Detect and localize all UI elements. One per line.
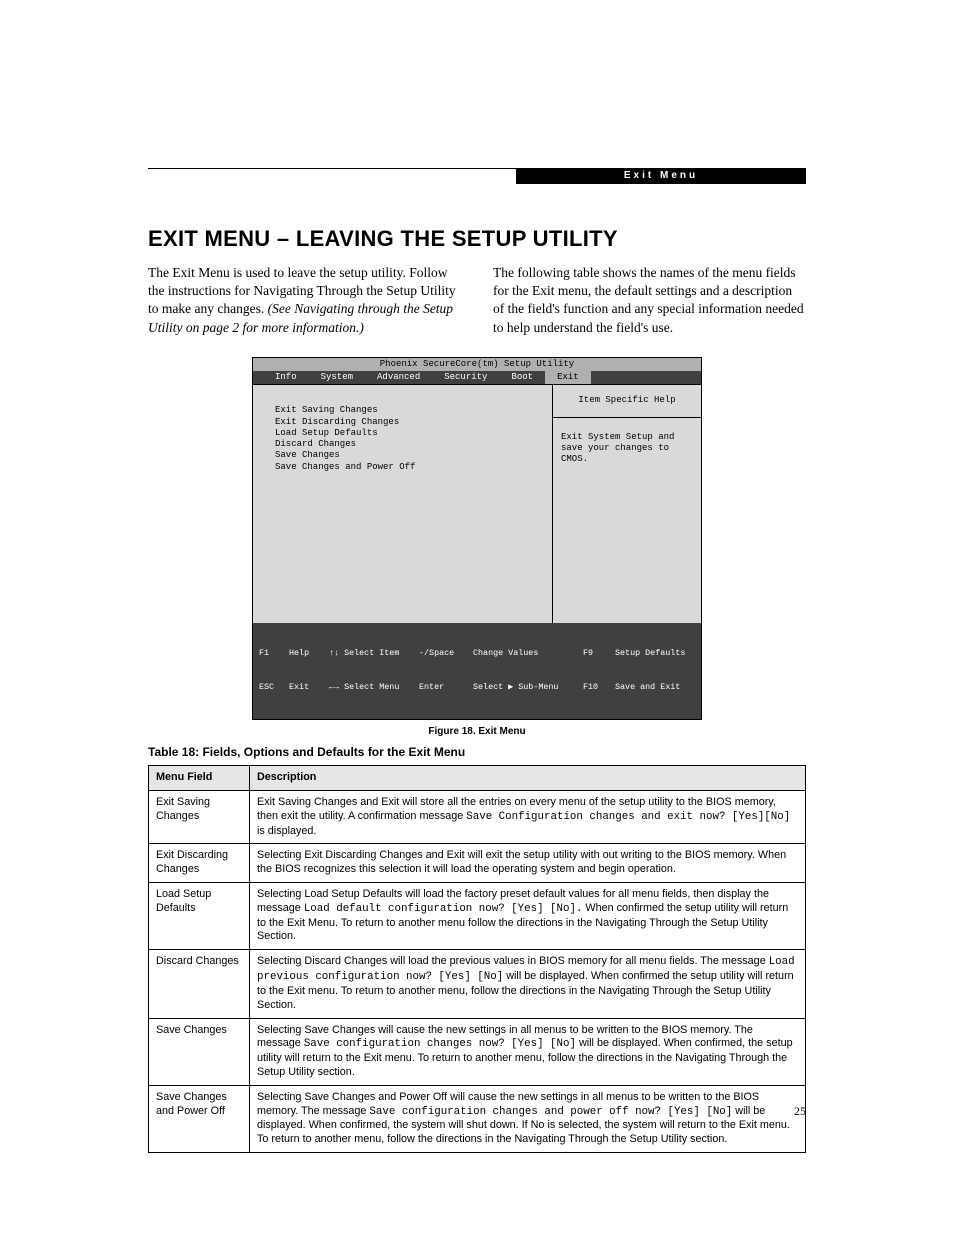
bios-footer: F1 Help ↑↓ Select Item -/Space Change Va… [253, 623, 701, 719]
intro-right: The following table shows the names of t… [493, 264, 806, 337]
bios-menu-list: Exit Saving Changes Exit Discarding Chan… [253, 385, 553, 623]
section-tab: Exit Menu [516, 168, 806, 184]
bios-tab-security: Security [432, 371, 499, 384]
table-row: Save Changes and Power OffSelecting Save… [149, 1085, 806, 1152]
cell-desc: Exit Saving Changes and Exit will store … [250, 790, 806, 843]
cell-desc: Selecting Load Setup Defaults will load … [250, 883, 806, 950]
bios-key: -/Space [419, 648, 473, 659]
bios-screenshot: Phoenix SecureCore(tm) Setup Utility Inf… [252, 357, 702, 720]
bios-key: F1 [259, 648, 289, 659]
mono-text: Save configuration changes and power off… [369, 1106, 732, 1118]
bios-help-body: Exit System Setup and save your changes … [553, 418, 701, 480]
table-row: Exit Discarding ChangesSelecting Exit Di… [149, 844, 806, 883]
bios-key-label: Select ▶ Sub-Menu [473, 682, 583, 693]
bios-item: Discard Changes [275, 439, 542, 450]
table-row: Load Setup DefaultsSelecting Load Setup … [149, 883, 806, 950]
cell-field: Load Setup Defaults [149, 883, 250, 950]
bios-key: Enter [419, 682, 473, 693]
bios-item: Save Changes and Power Off [275, 462, 542, 473]
bios-key: ESC [259, 682, 289, 693]
cell-field: Save Changes and Power Off [149, 1085, 250, 1152]
bios-title: Phoenix SecureCore(tm) Setup Utility [253, 358, 701, 371]
page-title: EXIT MENU – LEAVING THE SETUP UTILITY [148, 226, 806, 252]
bios-key-label: ↑↓ Select Item [329, 648, 419, 659]
col-header-desc: Description [250, 766, 806, 791]
bios-key-label: Help [289, 648, 329, 659]
bios-tab-advanced: Advanced [365, 371, 432, 384]
cell-field: Discard Changes [149, 950, 250, 1018]
mono-text: Save Configuration changes and exit now?… [466, 811, 790, 823]
cell-desc: Selecting Discard Changes will load the … [250, 950, 806, 1018]
bios-key-label: Setup Defaults [615, 648, 695, 659]
bios-help-title: Item Specific Help [553, 385, 701, 417]
bios-key: F9 [583, 648, 615, 659]
cell-field: Save Changes [149, 1018, 250, 1085]
mono-text: Load previous configuration now? [Yes] [… [257, 956, 795, 983]
col-header-field: Menu Field [149, 766, 250, 791]
bios-tab-info: Info [263, 371, 309, 384]
cell-field: Exit Discarding Changes [149, 844, 250, 883]
page-number: 25 [794, 1104, 806, 1119]
bios-item: Exit Saving Changes [275, 405, 542, 416]
bios-key: F10 [583, 682, 615, 693]
table-caption: Table 18: Fields, Options and Defaults f… [148, 745, 806, 759]
cell-desc: Selecting Save Changes and Power Off wil… [250, 1085, 806, 1152]
mono-text: Save configuration changes now? [Yes] [N… [304, 1038, 576, 1050]
bios-tab-system: System [309, 371, 365, 384]
table-row: Save ChangesSelecting Save Changes will … [149, 1018, 806, 1085]
mono-text: Load default configuration now? [Yes] [N… [304, 903, 583, 915]
cell-desc: Selecting Save Changes will cause the ne… [250, 1018, 806, 1085]
table-row: Discard ChangesSelecting Discard Changes… [149, 950, 806, 1018]
bios-key-label: Change Values [473, 648, 583, 659]
bios-item: Load Setup Defaults [275, 428, 542, 439]
table-row: Exit Saving ChangesExit Saving Changes a… [149, 790, 806, 843]
bios-tab-boot: Boot [499, 371, 545, 384]
figure-caption: Figure 18. Exit Menu [148, 726, 806, 737]
cell-field: Exit Saving Changes [149, 790, 250, 843]
fields-table: Menu Field Description Exit Saving Chang… [148, 765, 806, 1153]
bios-item: Exit Discarding Changes [275, 417, 542, 428]
bios-key-label: Save and Exit [615, 682, 695, 693]
bios-tab-exit: Exit [545, 371, 591, 384]
bios-item: Save Changes [275, 450, 542, 461]
intro-left: The Exit Menu is used to leave the setup… [148, 264, 461, 337]
bios-tabbar: Info System Advanced Security Boot Exit [253, 371, 701, 384]
cell-desc: Selecting Exit Discarding Changes and Ex… [250, 844, 806, 883]
bios-key-label: Exit [289, 682, 329, 693]
bios-key-label: ←→ Select Menu [329, 682, 419, 693]
